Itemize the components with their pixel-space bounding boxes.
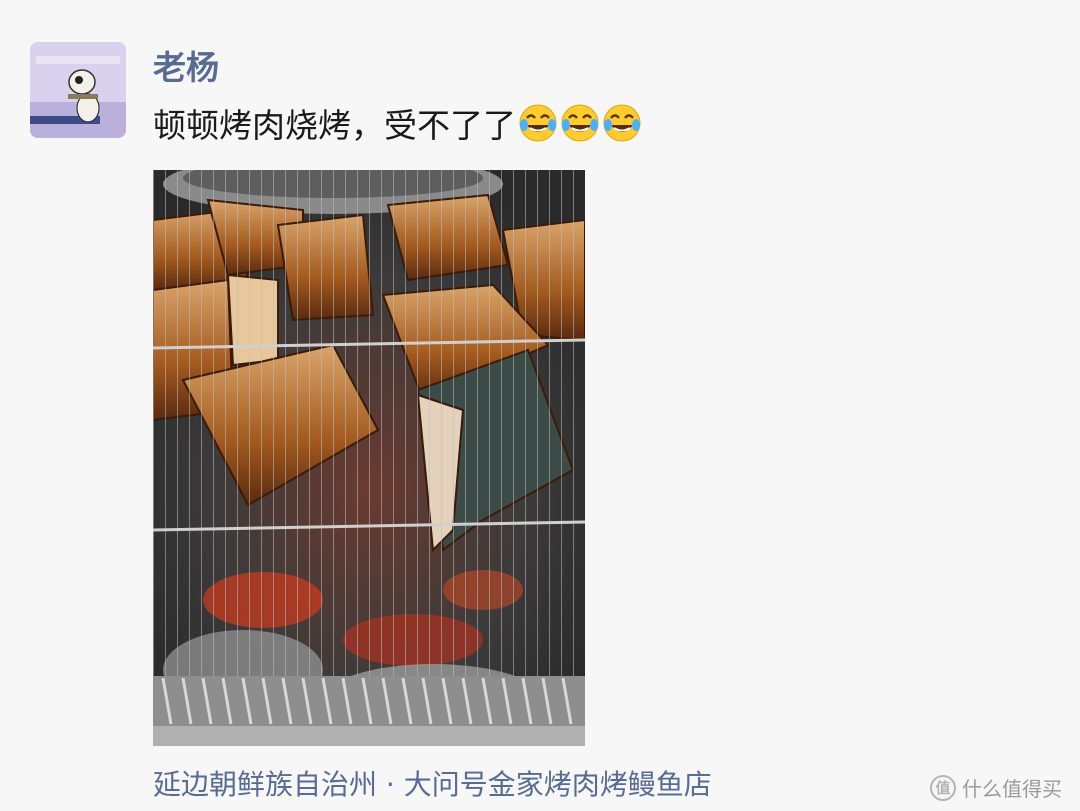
post-photo[interactable] xyxy=(153,170,585,746)
post-text: 顿顿烤肉烧烤，受不了了 xyxy=(153,103,642,149)
author-name[interactable]: 老杨 xyxy=(153,46,219,90)
watermark: 值 什么值得买 xyxy=(930,773,1062,802)
avatar-cartoon-image xyxy=(30,42,126,138)
tears-of-joy-icon xyxy=(518,103,558,143)
grilled-eel-photo xyxy=(153,170,585,746)
avatar[interactable] xyxy=(30,42,126,138)
watermark-text: 什么值得买 xyxy=(962,777,1062,801)
post-text-content: 顿顿烤肉烧烤，受不了了 xyxy=(153,106,516,145)
location-link[interactable]: 延边朝鲜族自治州 · 大问号金家烤肉烤鳗鱼店 xyxy=(153,765,712,805)
smzdm-logo-icon: 值 xyxy=(930,774,956,801)
tears-of-joy-icon xyxy=(602,103,642,143)
tears-of-joy-icon xyxy=(560,103,600,143)
